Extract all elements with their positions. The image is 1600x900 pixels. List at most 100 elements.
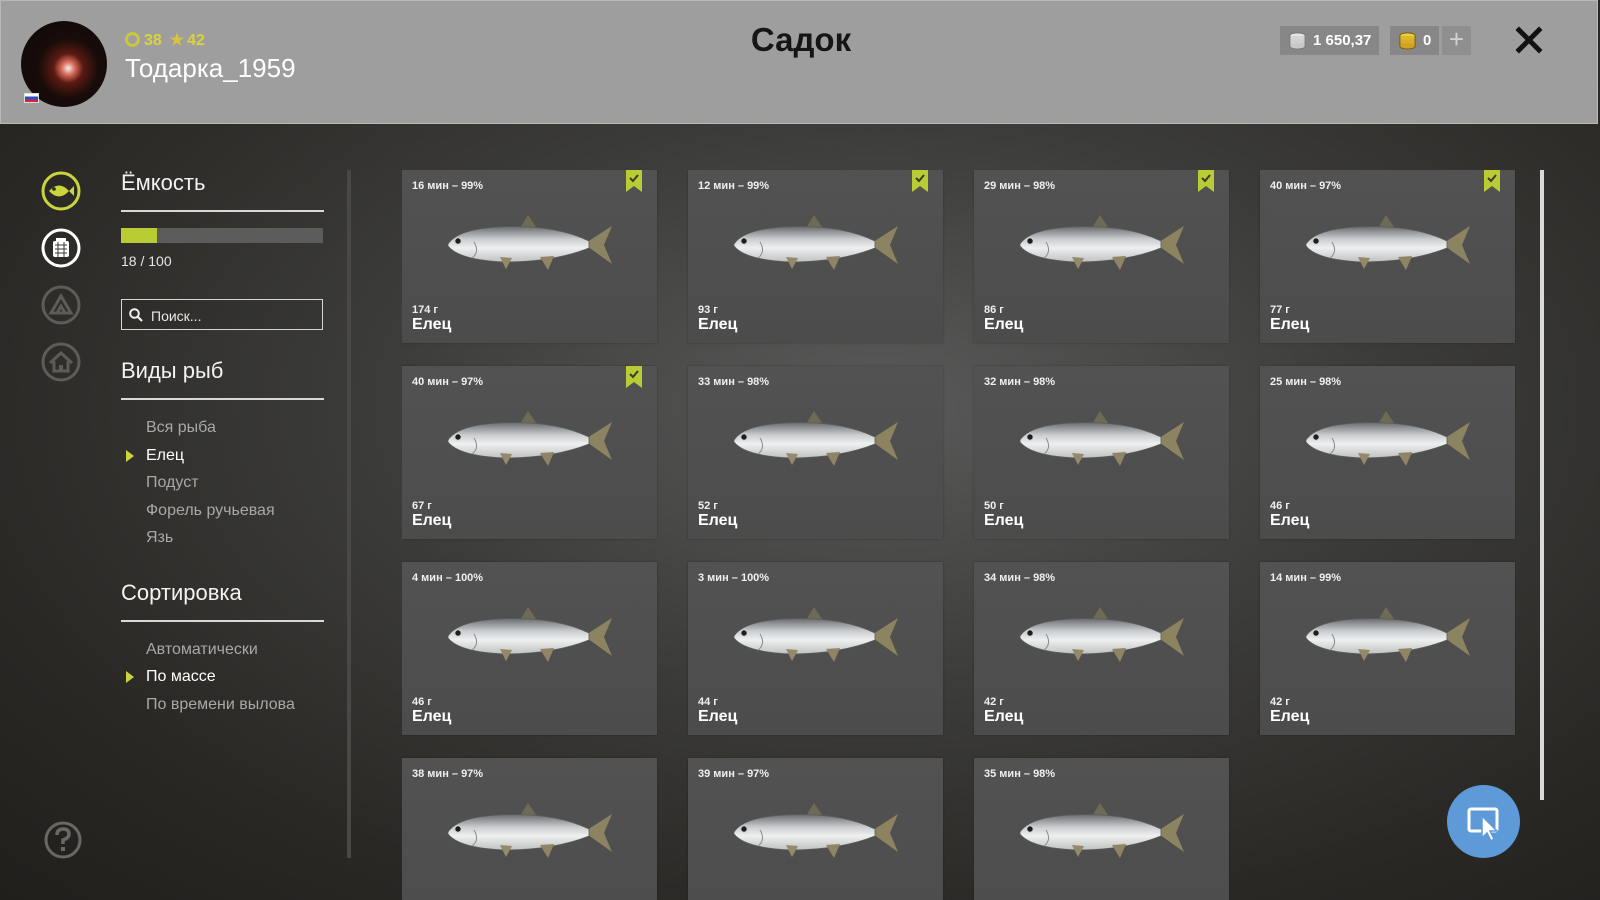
add-gold-button[interactable]: + [1442,26,1471,55]
sort-item[interactable]: По времени вылова [121,691,324,719]
bookmark-check-icon[interactable] [626,170,642,192]
species-item[interactable]: Язь [121,524,324,552]
fish-weight: 93 г [698,304,718,316]
dace-fish-image [1019,411,1184,466]
fish-catch-time: 16 мин – 99% [412,180,484,192]
panel-divider [347,170,351,858]
species-item[interactable]: Елец [121,442,324,470]
fish-species: Елец [698,708,738,725]
fish-card[interactable]: 4 мин – 100% 46 г Елец [402,562,657,735]
bookmark-check-icon[interactable] [626,366,642,388]
search-icon [129,308,143,322]
fish-weight: 52 г [698,500,718,512]
fish-weight: 46 г [1270,500,1290,512]
gold-amount: 0 [1423,32,1432,49]
fish-card[interactable]: 35 мин – 98% [974,758,1229,900]
close-icon[interactable] [1511,22,1547,58]
species-list: Вся рыба Елец Подуст Форель ручьевая Язь [121,414,324,552]
fish-card[interactable]: 12 мин – 99% 93 г Елец [688,170,943,343]
capacity-bar [121,228,323,243]
sort-item-label: По массе [146,668,216,685]
fish-card[interactable]: 14 мин – 99% 42 г Елец [1260,562,1515,735]
fish-catch-time: 29 мин – 98% [984,180,1056,192]
fish-card[interactable]: 40 мин – 97% 67 г Елец [402,366,657,539]
fish-catch-time: 25 мин – 98% [1270,376,1342,388]
bookmark-check-icon[interactable] [912,170,928,192]
fish-card[interactable]: 32 мин – 98% 50 г Елец [974,366,1229,539]
fish-weight: 77 г [1270,304,1290,316]
fish-weight: 46 г [412,696,432,708]
fish-weight: 67 г [412,500,432,512]
species-item-label: Подуст [146,474,199,491]
search-input[interactable] [149,300,323,331]
scrollbar[interactable] [1540,170,1544,800]
fish-card[interactable]: 40 мин – 97% 77 г Елец [1260,170,1515,343]
fish-species: Елец [412,316,452,333]
dace-fish-image [447,803,612,858]
fish-tab-icon[interactable] [41,171,81,211]
cursor-icon [1467,807,1499,843]
header-bar: 38 ★ 42 Тодарка_1959 Садок 1 650,37 0 + [0,0,1598,124]
fish-species: Елец [984,512,1024,529]
sorting-section: Сортировка Автоматически По массе По време… [121,580,324,719]
fish-species: Елец [698,316,738,333]
sort-item[interactable]: По массе [121,663,324,691]
species-item[interactable]: Вся рыба [121,414,324,442]
fish-card[interactable]: 3 мин – 100% 44 г Елец [688,562,943,735]
bookmark-check-icon[interactable] [1198,170,1214,192]
species-item[interactable]: Форель ручьевая [121,497,324,525]
fish-card[interactable]: 34 мин – 98% 42 г Елец [974,562,1229,735]
divider [121,619,324,622]
search-box[interactable] [121,299,323,331]
fish-catch-time: 39 мин – 97% [698,768,770,780]
species-item[interactable]: Подуст [121,469,324,497]
dace-fish-image [733,215,898,270]
fish-catch-time: 14 мин – 99% [1270,572,1342,584]
dace-fish-image [447,215,612,270]
fish-catch-time: 33 мин – 98% [698,376,770,388]
gold-balance: 0 [1390,26,1439,55]
selected-arrow-icon [126,671,134,683]
home-tab-icon[interactable] [41,342,81,382]
camp-tab-icon[interactable] [41,285,81,325]
species-item-label: Язь [146,529,174,546]
sort-item-label: По времени вылова [146,695,295,713]
dace-fish-image [1019,607,1184,662]
fish-weight: 42 г [984,696,1004,708]
species-item-label: Форель ручьевая [146,501,275,519]
help-icon[interactable] [43,820,83,860]
fish-species: Елец [984,708,1024,725]
fish-card[interactable]: 25 мин – 98% 46 г Елец [1260,366,1515,539]
bookmark-check-icon[interactable] [1484,170,1500,192]
fish-card[interactable]: 39 мин – 97% [688,758,943,900]
fish-species: Елец [984,316,1024,333]
species-heading: Виды рыб [121,358,224,383]
filter-panel: Ёмкость 18 / 100 Виды рыб Вся рыба Елец По… [121,170,324,718]
fish-catch-time: 4 мин – 100% [412,572,484,584]
fish-weight: 50 г [984,500,1004,512]
silver-balance: 1 650,37 [1280,26,1379,55]
fish-catch-time: 12 мин – 99% [698,180,770,192]
dace-fish-image [1019,803,1184,858]
fish-species: Елец [1270,708,1310,725]
selected-arrow-icon [126,449,134,462]
fish-card[interactable]: 29 мин – 98% 86 г Елец [974,170,1229,343]
fish-card[interactable]: 16 мин – 99% 174 г Елец [402,170,657,343]
gold-coins-icon [1399,32,1416,50]
dace-fish-image [447,607,612,662]
cursor-mode-button[interactable] [1447,785,1520,858]
capacity-heading: Ёмкость [121,170,206,195]
fish-catch-time: 32 мин – 98% [984,376,1056,388]
fish-species: Елец [1270,512,1310,529]
sort-item-label: Автоматически [146,640,258,658]
fish-card[interactable]: 38 мин – 97% [402,758,657,900]
keepnet-tab-icon[interactable] [41,228,81,268]
dace-fish-image [733,607,898,662]
fish-card[interactable]: 33 мин – 98% 52 г Елец [688,366,943,539]
fish-weight: 86 г [984,304,1004,316]
sort-item[interactable]: Автоматически [121,636,324,664]
species-item-label: Вся рыба [146,419,216,436]
dace-fish-image [447,411,612,466]
capacity-bar-fill [121,228,158,243]
fish-weight: 174 г [412,304,438,316]
